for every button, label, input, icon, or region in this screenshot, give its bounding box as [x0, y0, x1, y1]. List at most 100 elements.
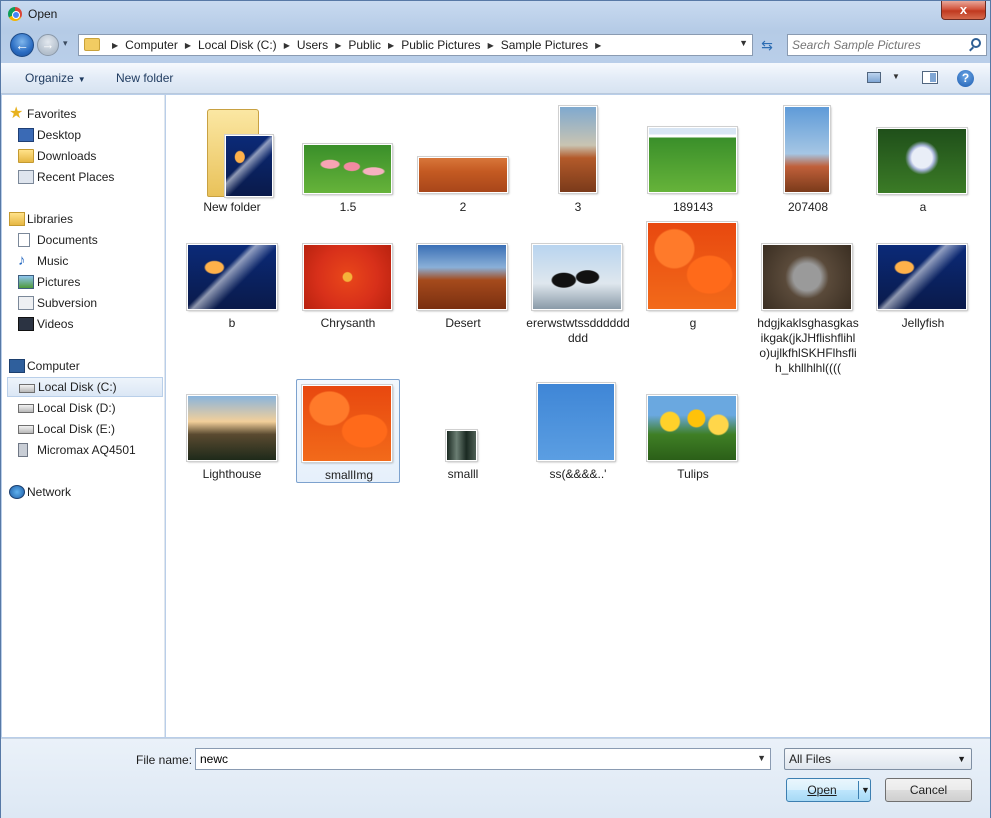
title-bar: Open x: [1, 1, 990, 29]
file-item[interactable]: g: [641, 219, 745, 349]
sidebar-network[interactable]: Network: [7, 482, 163, 502]
file-item[interactable]: ererwstwtssddddddddd: [526, 219, 630, 349]
breadcrumb-separator[interactable]: ▶: [388, 41, 394, 50]
breadcrumb-separator[interactable]: ▶: [595, 41, 601, 50]
breadcrumb-separator[interactable]: ▶: [335, 41, 341, 50]
breadcrumb-public-pictures[interactable]: Public Pictures: [401, 38, 480, 52]
address-dropdown-icon[interactable]: ▼: [739, 38, 748, 48]
refresh-button[interactable]: ⇆: [757, 37, 777, 55]
sidebar-item-local-disk-d[interactable]: Local Disk (D:): [7, 398, 163, 418]
file-name: Jellyfish: [901, 316, 945, 330]
hard-drive-icon: [18, 425, 34, 434]
sidebar-favorites[interactable]: ★ Favorites: [7, 104, 163, 124]
close-button[interactable]: x: [941, 1, 986, 20]
change-view-icon[interactable]: [867, 72, 881, 83]
search-input[interactable]: [792, 37, 962, 53]
file-item[interactable]: Jellyfish: [871, 219, 975, 349]
breadcrumb-users[interactable]: Users: [297, 38, 328, 52]
pictures-icon: [18, 275, 34, 289]
navigation-pane: ★ Favorites Desktop Downloads Recent Pla…: [2, 95, 165, 737]
file-item[interactable]: ss(&&&&..': [526, 379, 630, 483]
image-thumbnail: [302, 243, 393, 311]
sidebar-item-recent-places[interactable]: Recent Places: [7, 167, 163, 187]
file-name: New folder: [203, 200, 261, 214]
file-type-select[interactable]: All Files ▼: [784, 748, 972, 770]
address-row: ← → ▾ ▶ Computer ▶ Local Disk (C:) ▶ Use…: [1, 31, 990, 61]
breadcrumb-separator[interactable]: ▶: [185, 41, 191, 50]
phone-device-icon: [18, 443, 28, 457]
file-item[interactable]: Chrysanth: [296, 219, 400, 349]
breadcrumb-computer[interactable]: Computer: [125, 38, 178, 52]
sidebar-item-documents[interactable]: Documents: [7, 230, 163, 250]
file-item[interactable]: 189143: [641, 101, 745, 217]
sidebar-item-label: Music: [37, 254, 69, 268]
sidebar-item-videos[interactable]: Videos: [7, 314, 163, 334]
sidebar-item-subversion[interactable]: Subversion: [7, 293, 163, 313]
sidebar-item-desktop[interactable]: Desktop: [7, 125, 163, 145]
forward-button[interactable]: →: [37, 34, 59, 56]
address-bar[interactable]: ▶ Computer ▶ Local Disk (C:) ▶ Users ▶ P…: [78, 34, 753, 56]
sidebar-item-label: Micromax AQ4501: [37, 443, 136, 457]
image-thumbnail: [301, 384, 393, 463]
chevron-down-icon: ▼: [77, 75, 86, 84]
file-name: hdgjkaklsghasgkasikgak(jkJHflishflihlo)u…: [757, 316, 859, 375]
file-name-combobox[interactable]: ▼: [195, 748, 771, 770]
chevron-down-icon[interactable]: ▼: [757, 753, 766, 763]
sidebar-item-pictures[interactable]: Pictures: [7, 272, 163, 292]
breadcrumb-separator[interactable]: ▶: [112, 41, 118, 50]
search-icon[interactable]: [971, 38, 981, 48]
image-thumbnail: [417, 156, 509, 194]
file-item[interactable]: b: [180, 219, 284, 349]
image-thumbnail: [536, 382, 616, 462]
sidebar-item-micromax[interactable]: Micromax AQ4501: [7, 440, 163, 460]
file-name: ss(&&&&..': [549, 467, 607, 481]
sidebar-item-local-disk-c[interactable]: Local Disk (C:): [7, 377, 163, 397]
sidebar-item-label: Local Disk (D:): [37, 401, 116, 415]
network-icon: [9, 485, 25, 499]
cancel-button[interactable]: Cancel: [885, 778, 972, 802]
open-options-dropdown[interactable]: ▼: [861, 785, 870, 795]
breadcrumb-sample-pictures[interactable]: Sample Pictures: [501, 38, 588, 52]
image-thumbnail: [558, 105, 598, 194]
file-name: Chrysanth: [320, 316, 376, 330]
file-item[interactable]: Tulips: [641, 379, 745, 483]
window-title: Open: [28, 7, 58, 21]
file-item[interactable]: 3: [526, 101, 630, 217]
file-item[interactable]: smalll: [411, 379, 515, 483]
hard-drive-icon: [19, 384, 35, 393]
file-item[interactable]: 1.5: [296, 101, 400, 217]
preview-pane-icon[interactable]: [922, 71, 938, 84]
sidebar-item-local-disk-e[interactable]: Local Disk (E:): [7, 419, 163, 439]
breadcrumb-separator[interactable]: ▶: [488, 41, 494, 50]
file-name-input[interactable]: [200, 751, 740, 767]
back-button[interactable]: ←: [10, 33, 34, 57]
file-item[interactable]: smallImg: [296, 379, 400, 483]
sidebar-item-label: Network: [27, 485, 72, 499]
new-folder-button[interactable]: New folder: [116, 71, 173, 85]
file-name: 189143: [672, 200, 714, 214]
sidebar-item-music[interactable]: ♪ Music: [7, 251, 163, 271]
search-box[interactable]: [787, 34, 987, 56]
file-item[interactable]: hdgjkaklsghasgkasikgak(jkJHflishflihlo)u…: [756, 219, 860, 379]
file-item[interactable]: Lighthouse: [180, 379, 284, 483]
sidebar-libraries[interactable]: Libraries: [7, 209, 163, 229]
organize-button[interactable]: Organize ▼: [25, 71, 86, 85]
help-icon[interactable]: ?: [957, 70, 974, 87]
view-options-dropdown[interactable]: ▼: [892, 72, 900, 81]
file-item[interactable]: a: [871, 101, 975, 217]
sidebar-item-downloads[interactable]: Downloads: [7, 146, 163, 166]
file-item[interactable]: New folder: [180, 101, 284, 217]
file-item[interactable]: Desert: [411, 219, 515, 349]
breadcrumb-public[interactable]: Public: [348, 38, 381, 52]
open-button[interactable]: Open ▼: [786, 778, 871, 802]
sidebar-item-label: Recent Places: [37, 170, 115, 184]
recent-pages-dropdown[interactable]: ▾: [63, 38, 68, 49]
sidebar-computer[interactable]: Computer: [7, 356, 163, 376]
image-thumbnail: [531, 243, 623, 311]
breadcrumb-separator[interactable]: ▶: [284, 41, 290, 50]
file-item[interactable]: 2: [411, 101, 515, 217]
breadcrumb-local-disk-c[interactable]: Local Disk (C:): [198, 38, 277, 52]
folder-icon: [84, 38, 100, 51]
file-item[interactable]: 207408: [756, 101, 860, 217]
image-thumbnail: [646, 394, 738, 462]
